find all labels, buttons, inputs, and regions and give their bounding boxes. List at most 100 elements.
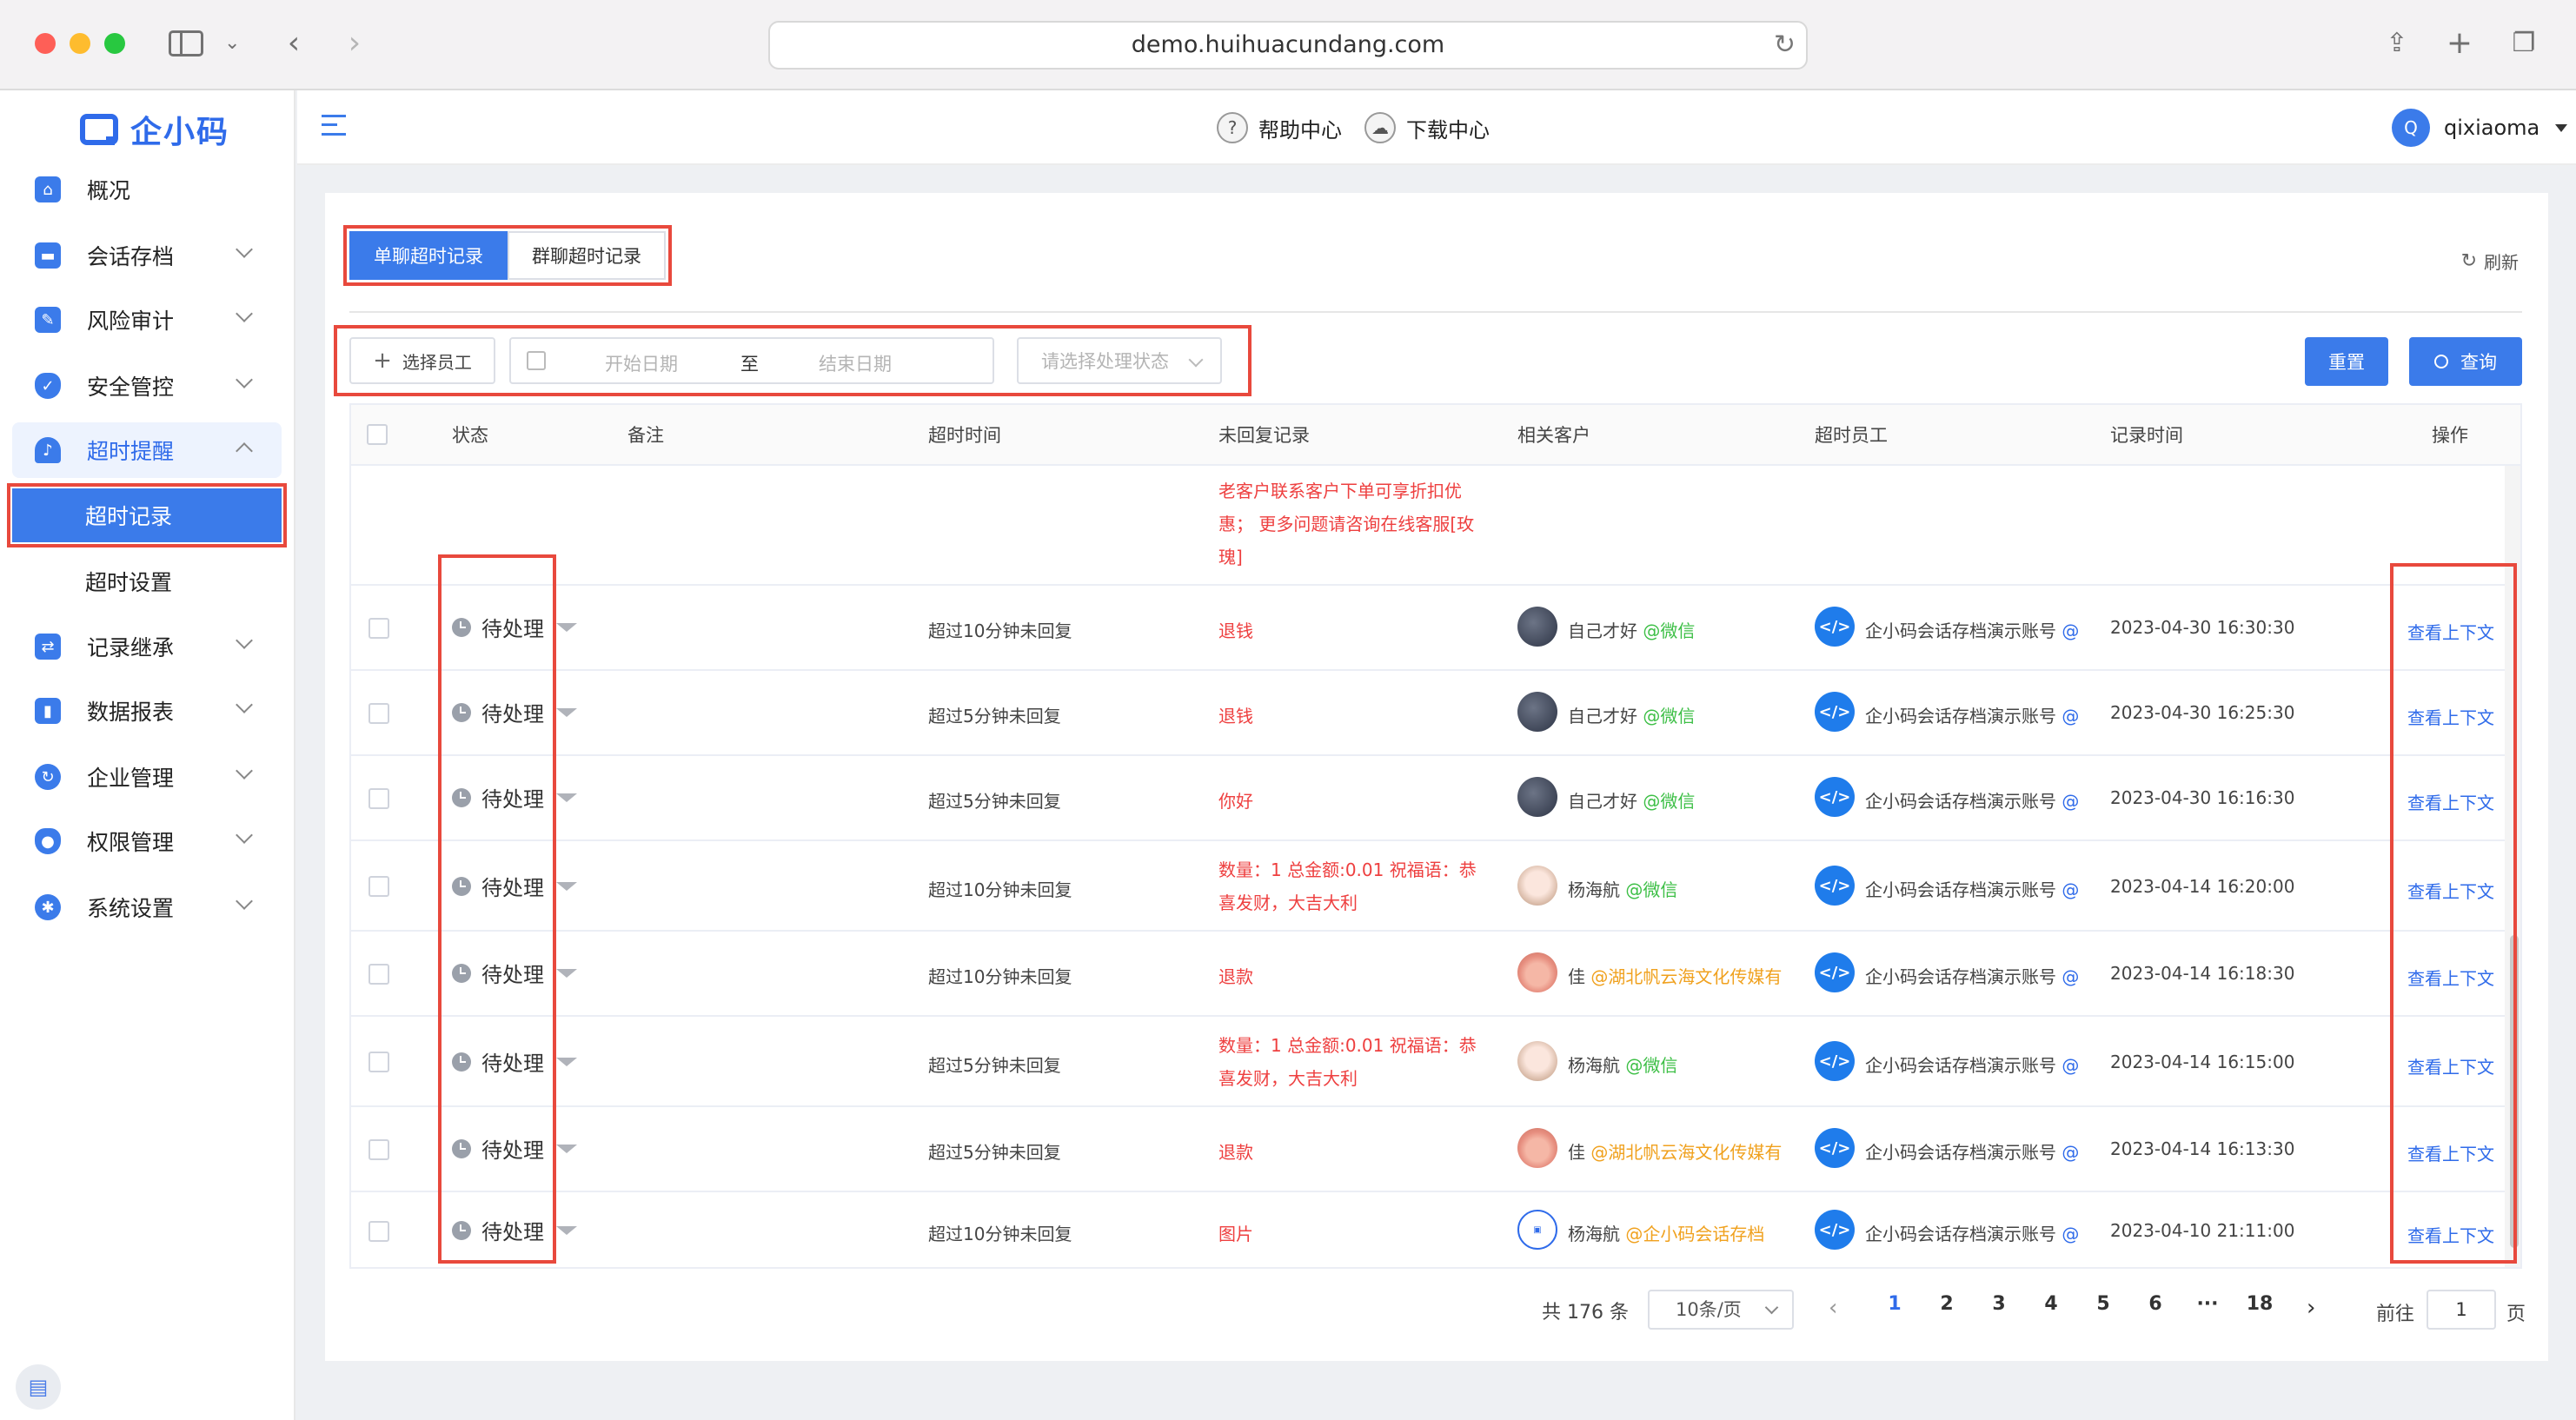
select-employee-label: 选择员工 <box>402 351 472 373</box>
app-logo[interactable]: 企小码 <box>80 108 229 151</box>
tab-overview-icon[interactable]: ❐ <box>2506 26 2541 61</box>
home-icon: ⌂ <box>35 176 61 202</box>
row-checkbox[interactable] <box>368 703 389 724</box>
reset-button[interactable]: 重置 <box>2305 337 2388 386</box>
refresh-button[interactable]: ↻ 刷新 <box>2461 249 2519 274</box>
sidebar-item-label: 会话存档 <box>87 244 175 269</box>
caret-down-icon <box>556 881 577 891</box>
caret-down-icon <box>556 1144 577 1153</box>
status-select-placeholder: 请选择处理状态 <box>1041 351 1169 372</box>
maximize-window-button[interactable] <box>104 33 125 54</box>
row-checkbox[interactable] <box>368 876 389 897</box>
customer-name: 自己才好 @微信 <box>1568 791 1696 812</box>
next-page-icon[interactable]: › <box>2307 1295 2315 1321</box>
start-date-input[interactable]: 开始日期 <box>605 350 678 376</box>
table-row: 待处理 超过10分钟未回复 退钱 自己才好 @微信 </> 企小码会话存档演示账… <box>351 586 2506 671</box>
page-size-select[interactable]: 10条/页 <box>1648 1290 1794 1330</box>
tab-group-chat-timeout[interactable]: 群聊超时记录 <box>508 231 666 280</box>
download-center-link[interactable]: ☁ 下载中心 <box>1364 109 1490 146</box>
page-number[interactable]: 4 <box>2034 1293 2068 1315</box>
column-header-action: 操作 <box>2432 425 2468 446</box>
page-number[interactable]: 3 <box>1982 1293 2016 1315</box>
close-window-button[interactable] <box>35 33 56 54</box>
help-center-link[interactable]: ? 帮助中心 <box>1217 109 1342 146</box>
cloud-download-icon: ☁ <box>1364 112 1396 143</box>
employee-avatar: </> <box>1815 777 1855 817</box>
customer-avatar <box>1517 607 1557 647</box>
calendar-icon <box>527 351 546 370</box>
status-select[interactable]: 请选择处理状态 <box>1017 337 1222 384</box>
document-icon[interactable]: ▤ <box>16 1364 61 1410</box>
sidebar-toggle-icon[interactable] <box>169 30 203 56</box>
date-range-picker[interactable]: 开始日期 至 结束日期 <box>509 337 994 384</box>
row-checkbox[interactable] <box>368 1052 389 1072</box>
row-checkbox[interactable] <box>368 1221 389 1242</box>
table-header: 状态 备注 超时时间 未回复记录 相关客户 超时员工 记录时间 操作 <box>351 405 2520 466</box>
row-checkbox[interactable] <box>368 788 389 809</box>
sidebar-item-data-report[interactable]: ▮ 数据报表 <box>12 683 282 739</box>
employee-avatar: </> <box>1815 1041 1855 1081</box>
sidebar-item-timeout-reminder[interactable]: ♪ 超时提醒 <box>12 422 282 478</box>
select-all-checkbox[interactable] <box>367 424 388 445</box>
sidebar-item-risk-audit[interactable]: ✎ 风险审计 <box>12 292 282 348</box>
sidebar-item-permission[interactable]: ● 权限管理 <box>12 813 282 869</box>
chevron-down-icon[interactable]: ⌄ <box>224 26 240 61</box>
user-menu[interactable]: Q qixiaoma <box>2392 109 2568 147</box>
caret-down-icon <box>556 793 577 802</box>
end-date-input[interactable]: 结束日期 <box>819 350 892 376</box>
back-arrow-icon[interactable]: ‹ <box>276 26 311 61</box>
divider <box>349 311 2522 313</box>
goto-page-input[interactable]: 1 <box>2427 1290 2496 1330</box>
prev-page-icon[interactable]: ‹ <box>1829 1295 1837 1321</box>
page-number[interactable]: 18 <box>2242 1293 2277 1315</box>
sidebar-item-session-archive[interactable]: ▬ 会话存档 <box>12 228 282 283</box>
caret-down-icon <box>556 968 577 978</box>
record-time: 2023-04-30 16:16:30 <box>2110 787 2295 808</box>
minimize-window-button[interactable] <box>70 33 90 54</box>
new-tab-icon[interactable]: + <box>2442 26 2477 61</box>
unreplied-message: 退钱 <box>1218 620 1253 641</box>
timeout-text: 超过5分钟未回复 <box>928 1055 1061 1076</box>
timeout-text: 超过5分钟未回复 <box>928 791 1061 812</box>
chevron-down-icon <box>236 371 253 388</box>
sidebar-item-security[interactable]: ✓ 安全管控 <box>12 358 282 414</box>
record-time: 2023-04-14 16:20:00 <box>2110 876 2295 897</box>
page-ellipsis[interactable]: ··· <box>2190 1293 2225 1315</box>
sidebar-item-system-settings[interactable]: ✱ 系统设置 <box>12 879 282 935</box>
customer-avatar <box>1517 952 1557 992</box>
timeout-text: 超过10分钟未回复 <box>928 966 1072 987</box>
query-button[interactable]: 查询 <box>2409 337 2522 386</box>
sidebar-subitem-timeout-settings[interactable]: 超时设置 <box>12 554 282 608</box>
caret-down-icon <box>556 1057 577 1066</box>
share-icon[interactable]: ⇪ <box>2380 26 2414 61</box>
sidebar-item-overview[interactable]: ⌂ 概况 <box>12 162 282 217</box>
reload-icon[interactable]: ↻ <box>1774 23 1796 68</box>
select-employee-button[interactable]: + 选择员工 <box>349 337 495 384</box>
row-checkbox[interactable] <box>368 1139 389 1160</box>
sidebar-item-label: 安全管控 <box>87 375 175 400</box>
page-number[interactable]: 1 <box>1877 1293 1912 1315</box>
employee-name: 企小码会话存档演示账号 @ <box>1865 620 2080 641</box>
address-bar[interactable]: demo.huihuacundang.com ↻ <box>768 21 1808 70</box>
refresh-icon: ↻ <box>2460 250 2477 272</box>
sidebar-subitem-timeout-records[interactable]: 超时记录 <box>7 483 287 547</box>
page-number[interactable]: 2 <box>1929 1293 1964 1315</box>
sidebar-item-record-inherit[interactable]: ⇄ 记录继承 <box>12 619 282 674</box>
forward-arrow-icon[interactable]: › <box>337 26 372 61</box>
unreplied-message: 数量：1 总金额:0.01 祝福语：恭 喜发财，大吉大利 <box>1218 1029 1477 1095</box>
employee-name: 企小码会话存档演示账号 @ <box>1865 966 2080 987</box>
browser-toolbar: ⌄ ‹ › demo.huihuacundang.com ↻ ⇪ + ❐ <box>0 0 2576 90</box>
employee-name: 企小码会话存档演示账号 @ <box>1865 706 2080 727</box>
page-number[interactable]: 5 <box>2086 1293 2121 1315</box>
goto-suffix: 页 <box>2506 1304 2526 1325</box>
chevron-down-icon <box>1188 352 1204 368</box>
tab-single-chat-timeout[interactable]: 单聊超时记录 <box>349 231 508 280</box>
row-checkbox[interactable] <box>368 618 389 639</box>
status-column-highlight <box>438 554 556 1264</box>
menu-fold-icon[interactable] <box>322 115 346 136</box>
unreplied-line: 数量：1 总金额:0.01 祝福语：恭 <box>1218 1035 1477 1056</box>
page-number[interactable]: 6 <box>2138 1293 2173 1315</box>
sidebar-item-enterprise[interactable]: ↻ 企业管理 <box>12 749 282 805</box>
row-checkbox[interactable] <box>368 964 389 985</box>
plus-icon: + <box>373 348 392 374</box>
